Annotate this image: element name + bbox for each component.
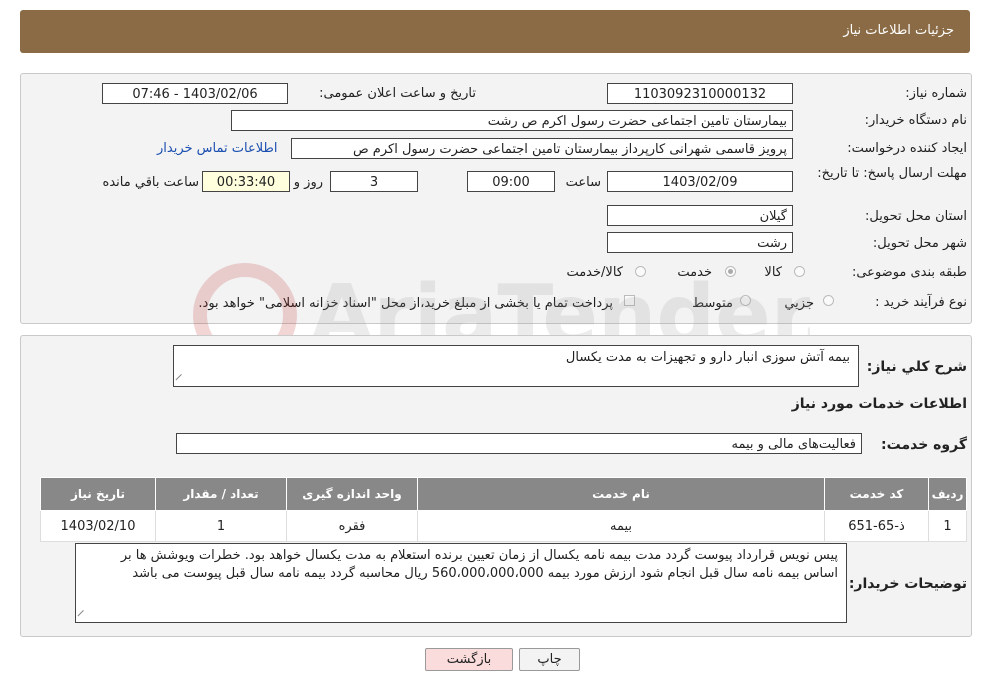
category-radio-goods-service[interactable] bbox=[635, 266, 646, 277]
back-button[interactable]: بازگشت bbox=[425, 648, 513, 671]
category-label: طبقه بندی موضوعی: bbox=[851, 265, 967, 280]
page-header: جزئیات اطلاعات نیاز bbox=[20, 10, 970, 53]
service-group-field: فعالیت‌های مالی و بیمه bbox=[176, 433, 862, 454]
purchase-radio-minor[interactable] bbox=[823, 295, 834, 306]
days-field: 3 bbox=[330, 171, 418, 192]
treasury-payment-checkbox[interactable] bbox=[624, 295, 635, 306]
day-and-label: روز و bbox=[293, 175, 323, 190]
general-desc-text: بیمه آتش سوزی انبار دارو و تجهیزات به مد… bbox=[565, 350, 850, 365]
city-label: شهر محل تحویل: bbox=[872, 236, 967, 251]
province-field: گیلان bbox=[607, 205, 793, 226]
buyer-org-label: نام دستگاه خریدار: bbox=[864, 113, 967, 128]
cell-code: ذ-65-651 bbox=[824, 510, 929, 542]
cell-row: 1 bbox=[928, 510, 967, 542]
deadline-hour-label: ساعت bbox=[565, 175, 601, 190]
purchase-option-medium: متوسط bbox=[692, 296, 733, 311]
buyer-notes-label: توضیحات خریدار: bbox=[848, 576, 967, 592]
col-row-header: ردیف bbox=[928, 477, 967, 511]
buyer-notes-text: پیس نویس قرارداد پیوست گردد مدت بیمه نام… bbox=[120, 548, 838, 581]
remaining-time-field: 00:33:40 bbox=[202, 171, 290, 192]
city-field: رشت bbox=[607, 232, 793, 253]
col-code-header: کد خدمت bbox=[824, 477, 929, 511]
treasury-payment-note: پرداخت تمام یا بخشی از مبلغ خرید،از محل … bbox=[198, 296, 613, 311]
col-unit-header: واحد اندازه گیری bbox=[286, 477, 418, 511]
buyer-contact-link[interactable]: اطلاعات تماس خریدار bbox=[157, 141, 277, 156]
cell-date: 1403/02/10 bbox=[40, 510, 156, 542]
col-name-header: نام خدمت bbox=[417, 477, 825, 511]
table-row: 1 ذ-65-651 بیمه فقره 1 1403/02/10 bbox=[40, 510, 967, 542]
category-option-goods: کالا bbox=[764, 265, 782, 280]
cell-unit: فقره bbox=[286, 510, 418, 542]
announce-datetime-label: تاریخ و ساعت اعلان عمومی: bbox=[319, 86, 476, 101]
category-option-service: خدمت bbox=[677, 265, 712, 280]
general-desc-textarea[interactable]: بیمه آتش سوزی انبار دارو و تجهیزات به مد… bbox=[173, 345, 859, 387]
purchase-option-minor: جزیي bbox=[784, 296, 814, 311]
cell-name: بیمه bbox=[417, 510, 825, 542]
category-radio-service[interactable] bbox=[725, 266, 736, 277]
services-info-heading: اطلاعات خدمات مورد نیاز bbox=[791, 396, 967, 412]
col-date-header: تاریخ نیاز bbox=[40, 477, 156, 511]
purchase-radio-medium[interactable] bbox=[740, 295, 751, 306]
resize-grip-icon[interactable] bbox=[77, 609, 90, 623]
services-table: ردیف کد خدمت نام خدمت واحد اندازه گیری ت… bbox=[40, 477, 967, 542]
purchase-type-label: نوع فرآیند خرید : bbox=[875, 295, 967, 310]
buyer-notes-textarea[interactable]: پیس نویس قرارداد پیوست گردد مدت بیمه نام… bbox=[75, 543, 847, 623]
buyer-org-field: بیمارستان تامین اجتماعی حضرت رسول اکرم ص… bbox=[231, 110, 793, 131]
need-number-label: شماره نیاز: bbox=[905, 86, 967, 101]
province-label: استان محل تحویل: bbox=[865, 209, 967, 224]
category-radio-goods[interactable] bbox=[794, 266, 805, 277]
remaining-label: ساعت باقي مانده bbox=[102, 175, 199, 190]
cell-qty: 1 bbox=[155, 510, 287, 542]
need-number-field: 1103092310000132 bbox=[607, 83, 793, 104]
category-option-goods-service: کالا/خدمت bbox=[566, 265, 623, 280]
requester-label: ایجاد کننده درخواست: bbox=[847, 141, 967, 156]
page-title: جزئیات اطلاعات نیاز bbox=[843, 23, 954, 38]
deadline-label: مهلت ارسال پاسخ: تا تاریخ: bbox=[817, 166, 967, 181]
services-table-header: ردیف کد خدمت نام خدمت واحد اندازه گیری ت… bbox=[40, 477, 967, 511]
service-group-label: گروه خدمت: bbox=[881, 437, 967, 453]
announce-datetime-field: 1403/02/06 - 07:46 bbox=[102, 83, 288, 104]
print-button[interactable]: چاپ bbox=[519, 648, 580, 671]
resize-grip-icon[interactable] bbox=[175, 373, 188, 387]
deadline-date-field: 1403/02/09 bbox=[607, 171, 793, 192]
general-desc-label: شرح کلي نياز: bbox=[866, 359, 967, 375]
deadline-time-field: 09:00 bbox=[467, 171, 555, 192]
col-qty-header: تعداد / مقدار bbox=[155, 477, 287, 511]
requester-field: پرویز قاسمی شهرانی کارپرداز بیمارستان تا… bbox=[291, 138, 793, 159]
